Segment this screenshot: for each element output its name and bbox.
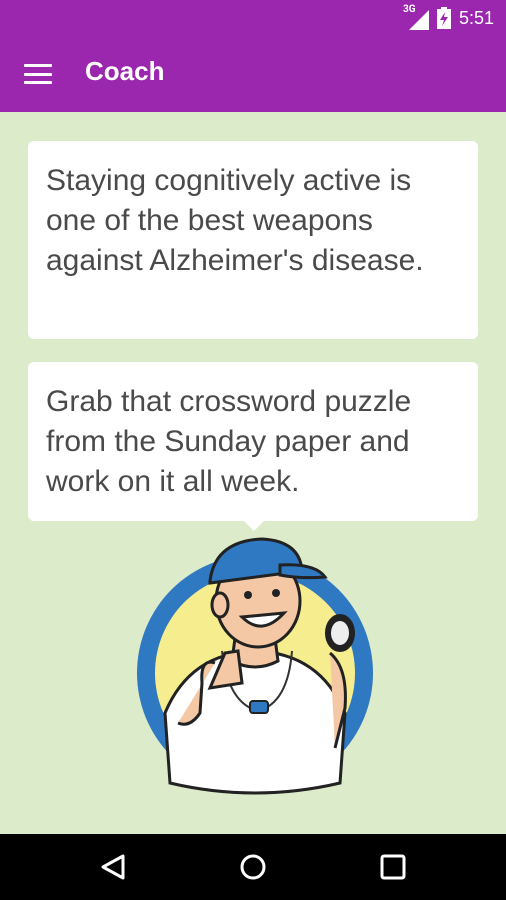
clock: 5:51 — [458, 7, 494, 28]
status-bar: 3G 5:51 — [0, 0, 506, 36]
home-icon[interactable] — [238, 852, 268, 882]
battery-icon — [436, 7, 451, 29]
back-icon[interactable] — [99, 852, 129, 882]
message-text: Staying cognitively active is one of the… — [46, 164, 424, 277]
page-title: Coach — [85, 56, 165, 86]
hamburger-menu-icon[interactable] — [22, 60, 54, 88]
message-card: Grab that crossword puzzle from the Sund… — [28, 362, 478, 521]
message-text: Grab that crossword puzzle from the Sund… — [46, 385, 412, 498]
app-bar: Coach — [0, 36, 506, 112]
coach-mascot-icon — [137, 537, 373, 795]
speech-bubble-tail — [242, 519, 266, 531]
navigation-bar — [0, 834, 506, 900]
message-card: Staying cognitively active is one of the… — [28, 141, 478, 339]
signal-icon: 3G — [403, 4, 429, 30]
recents-icon[interactable] — [378, 852, 408, 882]
